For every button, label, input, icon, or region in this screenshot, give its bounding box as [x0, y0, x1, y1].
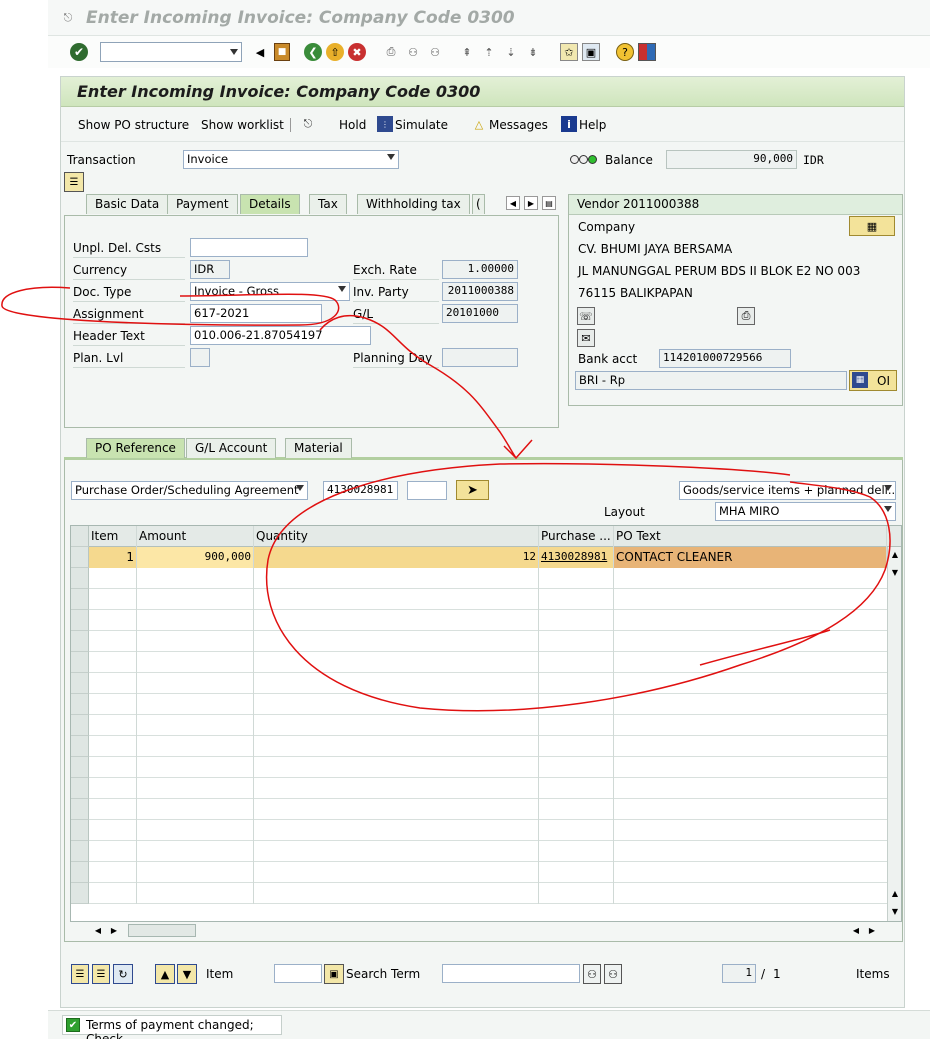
annotation-circle-assignment [1, 286, 340, 326]
annotation-line-table [699, 629, 831, 666]
annotation-overlay [1, 286, 891, 712]
annotation-arrow-to-table [319, 314, 533, 460]
annotation-circle-table [265, 462, 891, 712]
